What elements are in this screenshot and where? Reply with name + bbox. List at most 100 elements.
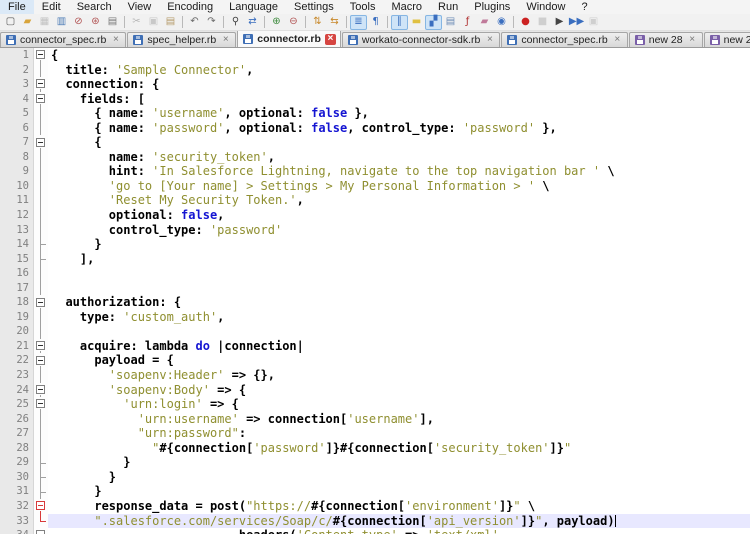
code-text[interactable]: title: 'Sample Connector', (48, 63, 750, 78)
code-text[interactable]: "urn:password": (48, 426, 750, 441)
menu-tools[interactable]: Tools (342, 0, 384, 14)
code-text[interactable]: } (48, 237, 750, 252)
monitoring-button[interactable]: ◉ (493, 15, 510, 30)
show-all-characters-button[interactable]: ¶ (367, 15, 384, 30)
code-text[interactable]: ], (48, 252, 750, 267)
code-text[interactable]: payload = { (48, 353, 750, 368)
undo-button[interactable]: ↶ (186, 15, 203, 30)
code-text[interactable]: connection: { (48, 77, 750, 92)
menu-view[interactable]: View (120, 0, 160, 14)
code-text[interactable]: fields: [ (48, 92, 750, 107)
menu-file[interactable]: File (0, 0, 34, 14)
close-tab-icon[interactable]: × (220, 34, 231, 46)
code-text[interactable]: "#{connection['password']}#{connection['… (48, 441, 750, 456)
tab-spec-helper-rb[interactable]: spec_helper.rb × (127, 32, 237, 47)
code-text[interactable]: control_type: 'password' (48, 223, 750, 238)
open-file-button[interactable]: ▰ (19, 15, 36, 30)
code-text[interactable]: authorization: { (48, 295, 750, 310)
replace-button[interactable]: ⇄ (244, 15, 261, 30)
zoom-in-button[interactable]: ⊕ (268, 15, 285, 30)
fold-toggle-icon[interactable] (34, 295, 48, 310)
code-text[interactable]: } (48, 455, 750, 470)
tab-new-29[interactable]: new 29× (703, 32, 750, 47)
code-text[interactable]: } (48, 470, 750, 485)
tab-new-28[interactable]: new 28 × (628, 32, 703, 47)
macro-record-button[interactable]: ● (517, 15, 534, 30)
code-text[interactable]: ".salesforce.com/services/Soap/c/#{conne… (48, 513, 750, 529)
redo-button[interactable]: ↷ (203, 15, 220, 30)
new-file-button[interactable]: ▢ (2, 15, 19, 30)
fold-toggle-icon[interactable] (34, 353, 48, 369)
close-tab-icon[interactable]: × (484, 34, 495, 46)
code-text[interactable]: 'soapenv:Body' => { (48, 383, 750, 398)
close-tab-icon[interactable]: × (110, 34, 121, 46)
word-wrap-button[interactable]: ≣ (350, 14, 367, 30)
code-text[interactable]: type: 'custom_auth', (48, 310, 750, 325)
save-all-button[interactable]: ▥ (53, 15, 70, 30)
menu-encoding[interactable]: Encoding (159, 0, 221, 14)
macro-play-button[interactable]: ▶ (551, 15, 568, 30)
code-text[interactable]: 'Reset My Security Token.', (48, 193, 750, 208)
menu-settings[interactable]: Settings (286, 0, 342, 14)
close-all-button[interactable]: ⊛ (87, 15, 104, 30)
tab-workato-connector-sdk-rb[interactable]: workato-connector-sdk.rb × (341, 32, 501, 47)
code-text[interactable]: 'go to [Your name] > Settings > My Perso… (48, 179, 750, 194)
tab-connector-spec-rb[interactable]: connector_spec.rb × (501, 32, 628, 47)
menu-edit[interactable]: Edit (34, 0, 69, 14)
code-text[interactable]: } (48, 484, 750, 499)
print-button[interactable]: ▤ (104, 15, 121, 30)
code-text[interactable]: hint: 'In Salesforce Lightning, navigate… (48, 164, 750, 179)
document-list-button[interactable]: ▤ (442, 15, 459, 30)
document-map-button[interactable]: ▞ (425, 14, 442, 30)
code-text[interactable] (48, 281, 750, 296)
code-text[interactable]: { (48, 48, 750, 63)
menu-run[interactable]: Run (430, 0, 466, 14)
code-text[interactable]: 'urn:username' => connection['username']… (48, 412, 750, 427)
code-text[interactable]: 'urn:login' => { (48, 397, 750, 412)
fold-toggle-icon[interactable] (34, 135, 48, 150)
menu-[interactable]: ? (573, 0, 595, 14)
code-text[interactable]: { name: 'username', optional: false }, (48, 106, 750, 121)
function-list-button[interactable]: ƒ (459, 15, 476, 30)
zoom-out-button[interactable]: ⊖ (285, 15, 302, 30)
close-file-button[interactable]: ⊘ (70, 15, 87, 30)
code-editor[interactable]: 1{2 title: 'Sample Connector', 3 connecti… (0, 48, 750, 534)
menu-language[interactable]: Language (221, 0, 286, 14)
menu-window[interactable]: Window (518, 0, 573, 14)
code-text[interactable] (48, 324, 750, 339)
find-button[interactable]: ⚲ (227, 15, 244, 30)
tab-connector-spec-rb[interactable]: connector_spec.rb × (0, 32, 127, 47)
sync-horizontal-scroll-button[interactable]: ⇆ (326, 15, 343, 30)
show-indent-guide-button[interactable]: ∥ (391, 14, 408, 30)
code-text[interactable]: 'soapenv:Header' => {}, (48, 368, 750, 383)
fold-toggle-icon[interactable] (34, 48, 48, 63)
code-text[interactable] (48, 266, 750, 281)
fold-toggle-icon[interactable] (34, 338, 48, 354)
fold-toggle-icon[interactable] (34, 91, 48, 107)
code-text[interactable]: response_data = post("https://#{connecti… (48, 499, 750, 514)
menu-plugins[interactable]: Plugins (466, 0, 518, 14)
define-language-button[interactable]: ▬ (408, 15, 425, 30)
sync-vertical-scroll-button[interactable]: ⇅ (309, 15, 326, 30)
fold-toggle-icon[interactable] (34, 77, 48, 92)
close-tab-icon[interactable]: × (687, 34, 698, 46)
fold-toggle-icon[interactable] (34, 528, 48, 534)
line-number: 26 (0, 411, 34, 427)
close-tab-icon[interactable]: × (612, 34, 623, 46)
code-text[interactable]: { name: 'password', optional: false, con… (48, 121, 750, 136)
menu-macro[interactable]: Macro (383, 0, 430, 14)
code-text[interactable]: acquire: lambda do |connection| (48, 339, 750, 354)
menu-search[interactable]: Search (69, 0, 120, 14)
paste-button[interactable]: ▤ (162, 15, 179, 30)
code-text[interactable]: { (48, 135, 750, 150)
fold-toggle-icon[interactable] (34, 382, 48, 398)
code-text[interactable]: optional: false, (48, 208, 750, 223)
folder-as-workspace-button[interactable]: ▰ (476, 15, 493, 30)
tab-connector-rb[interactable]: connector.rb × (237, 31, 341, 47)
close-tab-icon[interactable]: × (324, 33, 336, 45)
fold-toggle-icon[interactable] (34, 498, 48, 514)
code-text[interactable]: name: 'security_token', (48, 150, 750, 165)
code-text[interactable]: headers('Content-type' => 'text/xml' (48, 528, 750, 534)
macro-run-multiple-button[interactable]: ▶▶ (568, 15, 585, 30)
fold-toggle-icon[interactable] (34, 397, 48, 412)
